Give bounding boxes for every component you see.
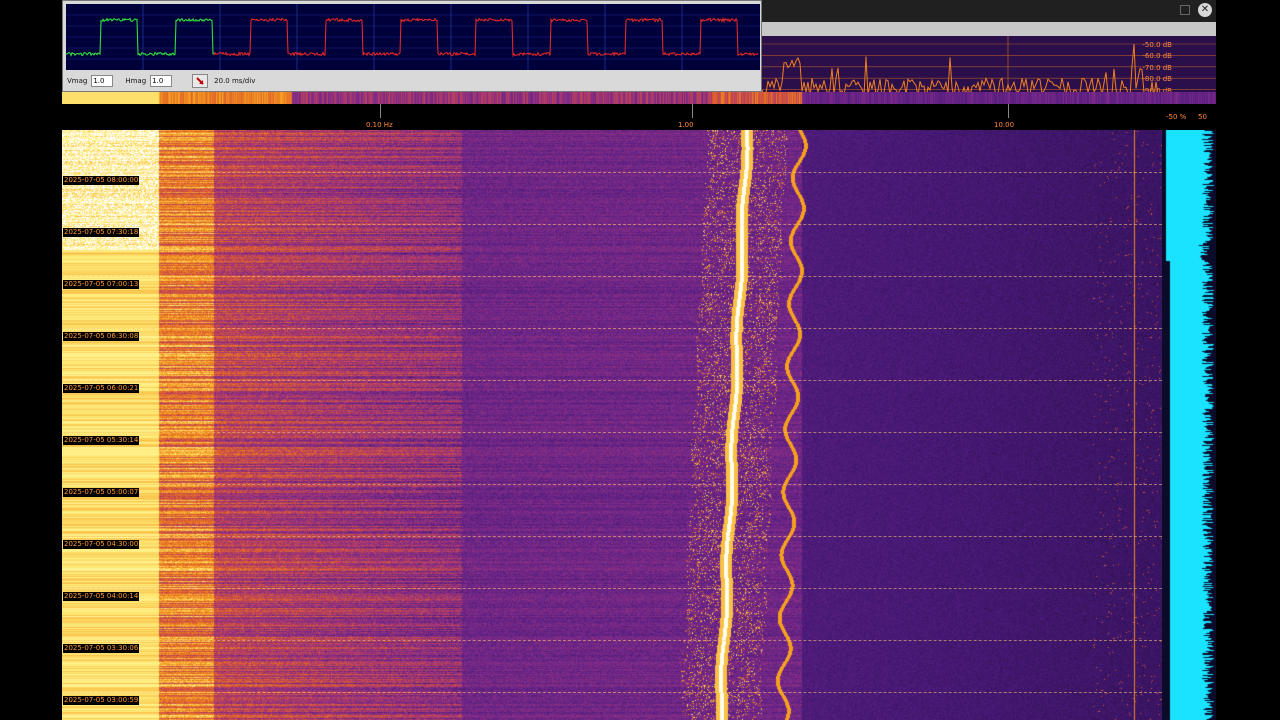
time-gridline bbox=[62, 432, 1162, 433]
db-scale: -50.0 dB -60.0 dB -70.0 dB -80.0 dB -90.0 dB bbox=[1142, 40, 1172, 97]
db-scale-label: -50.0 dB bbox=[1142, 41, 1172, 49]
frequency-axis: 0.10 Hz 1.00 10.00 bbox=[62, 104, 1162, 130]
db-scale-label: -80.0 dB bbox=[1142, 75, 1172, 84]
freq-tick-label: 0.10 Hz bbox=[366, 121, 393, 129]
time-gridline bbox=[62, 380, 1162, 381]
db-scale-label: -60.0 dB bbox=[1142, 52, 1172, 61]
freq-tick bbox=[692, 104, 693, 118]
waterfall-display[interactable]: 2025-07-05 08:00:00 2025-07-05 07:30:18 20… bbox=[62, 130, 1162, 720]
time-gridline bbox=[62, 224, 1162, 225]
level-meter bbox=[1162, 130, 1216, 720]
time-gridline bbox=[62, 640, 1162, 641]
timestamp-label: 2025-07-05 05:30:14 bbox=[63, 436, 140, 445]
vmag-label: Vmag bbox=[67, 77, 88, 85]
time-gridline bbox=[62, 588, 1162, 589]
freq-tick bbox=[380, 104, 381, 118]
level-axis-label-low: -50 % bbox=[1166, 113, 1187, 121]
trigger-icon bbox=[196, 77, 204, 85]
close-button[interactable]: ✕ bbox=[1198, 3, 1212, 17]
timestamp-label: 2025-07-05 07:30:18 bbox=[63, 228, 140, 237]
close-icon: ✕ bbox=[1200, 4, 1210, 15]
timestamp-label: 2025-07-05 03:30:06 bbox=[63, 644, 140, 653]
db-scale-label: -70.0 dB bbox=[1142, 63, 1172, 72]
time-gridline bbox=[62, 172, 1162, 173]
scope-waveform bbox=[65, 4, 760, 70]
freq-tick bbox=[1008, 104, 1009, 118]
vmag-input[interactable]: 1.0 bbox=[91, 75, 114, 87]
scope-window: Vmag 1.0 Hmag 1.0 20.0 ms/div bbox=[62, 0, 762, 92]
timestamp-label: 2025-07-05 06:30:08 bbox=[63, 332, 140, 341]
timestamp-label: 2025-07-05 08:00:00 bbox=[63, 176, 140, 185]
maximize-button[interactable] bbox=[1180, 5, 1190, 15]
level-meter-bar bbox=[1162, 130, 1216, 720]
timestamp-label: 2025-07-05 04:00:14 bbox=[63, 592, 140, 601]
waterfall-image bbox=[62, 130, 1162, 720]
timebase-label: 20.0 ms/div bbox=[214, 77, 256, 85]
level-axis-label-high: 50 bbox=[1198, 113, 1207, 121]
time-gridline bbox=[62, 484, 1162, 485]
scope-display bbox=[65, 4, 760, 70]
color-strip bbox=[62, 92, 1216, 104]
freq-tick-label: 1.00 bbox=[678, 121, 694, 129]
timestamp-label: 2025-07-05 03:00:59 bbox=[63, 696, 140, 705]
timestamp-label: 2025-07-05 04:30:00 bbox=[63, 540, 140, 549]
scope-controls: Vmag 1.0 Hmag 1.0 20.0 ms/div bbox=[67, 73, 255, 89]
level-axis: -50 % 50 bbox=[1162, 104, 1216, 130]
freq-tick-label: 10.00 bbox=[994, 121, 1015, 129]
hmag-input[interactable]: 1.0 bbox=[150, 75, 173, 87]
timestamp-label: 2025-07-05 05:00:07 bbox=[63, 488, 140, 497]
time-gridline bbox=[62, 692, 1162, 693]
hmag-label: Hmag bbox=[125, 77, 147, 85]
timestamp-label: 2025-07-05 07:00:13 bbox=[63, 280, 140, 289]
time-gridline bbox=[62, 536, 1162, 537]
time-gridline bbox=[62, 328, 1162, 329]
trigger-button[interactable] bbox=[192, 74, 209, 88]
timestamp-label: 2025-07-05 06:00:21 bbox=[63, 384, 140, 393]
spectrogram-window: ✕ -50.0 dB -60.0 dB -70.0 dB -80.0 dB -90.0 … bbox=[62, 0, 1216, 720]
time-gridline bbox=[62, 276, 1162, 277]
